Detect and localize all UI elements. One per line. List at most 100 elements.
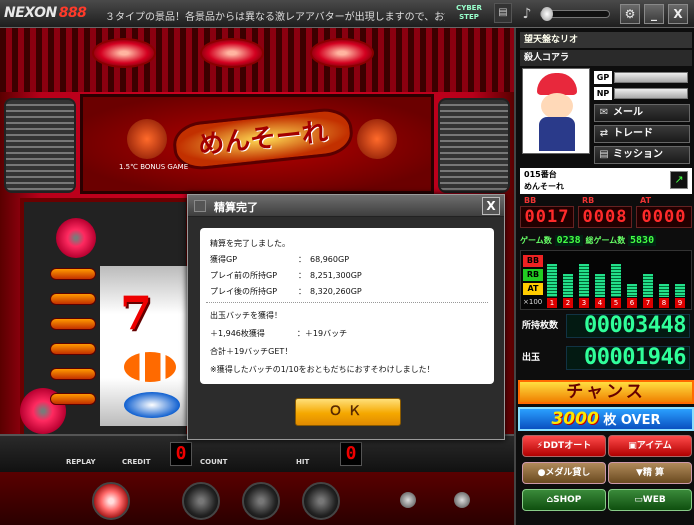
gp-bar [614, 72, 688, 83]
settle-button[interactable]: ▼精 算 [608, 462, 692, 484]
payline-lamp [50, 293, 96, 305]
shop-button[interactable]: ⌂SHOP [522, 489, 606, 511]
volume-knob[interactable] [541, 7, 553, 21]
avatar-hat [537, 73, 577, 95]
total-game-count: 5830 [628, 235, 657, 246]
credit-label: CREDIT [122, 458, 151, 466]
payout-label: 出玉 [522, 353, 541, 363]
ok-button[interactable]: ＯＫ [295, 398, 401, 426]
stop-button-center[interactable] [242, 482, 280, 520]
graph-number: 1 [547, 298, 557, 308]
result-label: プレイ前の所持GP [210, 271, 278, 280]
bonus-history-graph: BB RB AT ×100 123456789 [520, 250, 692, 310]
coin-return-button[interactable] [400, 492, 416, 508]
at-counter: 0000 [636, 206, 692, 228]
top-lamp [200, 38, 264, 68]
seven-icon: 7 [120, 286, 153, 340]
game-count: 0238 [554, 235, 583, 246]
result-label: プレイ後の所持GP [210, 287, 278, 296]
news-ticker: ３タイプの景品！各景品からは異なる激レアアバターが出現しますので、お好みの景品 [105, 12, 445, 22]
screenshot-icon[interactable]: ▤ [494, 3, 512, 23]
payout-counter: 00001946 [566, 346, 690, 370]
close-button[interactable]: X [668, 4, 688, 24]
graph-number: 6 [627, 298, 637, 308]
max-bet-button[interactable] [92, 482, 130, 520]
at-label: AT [640, 196, 652, 205]
machine-title: めんそーれ [170, 105, 356, 173]
over-amount: 3000 [551, 409, 599, 429]
graph-rb-tag: RB [523, 269, 543, 281]
slot-machine: めんそーれ 1.5℃ BONUS GAME 7 REPLAY CREDIT 0 … [0, 28, 514, 525]
dialog-body: 精算を完了しました。 獲得GP ： 68,960GP プレイ前の所持GP ： 8,2… [200, 228, 494, 384]
over-label: 枚 OVER [603, 413, 661, 428]
settlement-dialog: 精算完了 X 精算を完了しました。 獲得GP ： 68,960GP プレイ前の所持… [187, 194, 505, 440]
result-label: 獲得GP [210, 255, 238, 264]
web-button[interactable]: ▭WEB [608, 489, 692, 511]
medal-rent-button[interactable]: ●メダル貸し [522, 462, 606, 484]
dialog-close-button[interactable]: X [482, 197, 500, 215]
trade-label: トレード [613, 128, 653, 139]
trade-icon: ⇄ [599, 128, 609, 139]
np-label: NP [594, 87, 612, 100]
result-row: 獲得GP ： 68,960GP [210, 254, 349, 265]
hibiscus-icon [56, 218, 96, 258]
result-row: プレイ後の所持GP ： 8,320,260GP [210, 286, 362, 297]
graph-number: 4 [595, 298, 605, 308]
ddt-auto-label: DDTオート [543, 441, 592, 451]
fish-icon [124, 352, 176, 382]
badge-line: ＋1,946枚獲得 ：＋19バッチ [210, 329, 348, 338]
graph-number: 5 [611, 298, 621, 308]
stop-button-left[interactable] [182, 482, 220, 520]
speaker-icon[interactable]: ♪ [518, 5, 536, 23]
result-value: ： 68,960GP [298, 255, 350, 264]
settle-message: 精算を完了しました。 [210, 239, 290, 248]
gear-icon[interactable]: ⚙ [620, 4, 640, 24]
payline-lamp [50, 268, 96, 280]
payline-lamp [50, 318, 96, 330]
trade-button[interactable]: ⇄ トレード [594, 125, 690, 143]
stop-button-right[interactable] [302, 482, 340, 520]
monitor-icon: ▭ [634, 495, 643, 505]
ddt-auto-button[interactable]: ⚡DDTオート [522, 435, 606, 457]
graph-at-tag: AT [523, 283, 543, 295]
user-name: 殺人コアラ [520, 50, 692, 66]
payline-lamps [50, 268, 100, 418]
machine-base [0, 472, 514, 525]
volume-slider[interactable] [540, 7, 610, 21]
table-number: 015番台 [524, 170, 557, 179]
brand-logo: CYBER STEP [456, 4, 482, 21]
credit-display: 0 [170, 442, 192, 466]
item-button[interactable]: ▣アイテム [608, 435, 692, 457]
dialog-title: 精算完了 [214, 201, 258, 214]
minimize-button[interactable]: _ [644, 4, 664, 24]
shop-label: SHOP [553, 495, 582, 505]
payline-lamp [50, 368, 96, 380]
machine-top-lights [0, 28, 514, 92]
dolphin-icon [124, 392, 180, 418]
mail-button[interactable]: ✉ メール [594, 104, 690, 122]
nexon-logo: NEXON 888 [4, 5, 87, 21]
graph-icon[interactable]: ↗ [670, 171, 688, 189]
mission-button[interactable]: ▤ ミッション [594, 146, 690, 164]
mission-label: ミッション [613, 149, 663, 160]
result-value: ： 8,251,300GP [298, 271, 362, 280]
result-value: ： 8,320,260GP [298, 287, 362, 296]
game-count-label: ゲーム数 [520, 236, 552, 245]
avatar[interactable] [522, 68, 590, 154]
table-name: めんそーれ [524, 182, 564, 191]
item-label: アイテム [636, 441, 672, 451]
coin-insert-button[interactable] [454, 492, 470, 508]
graph-scale-label: ×100 [523, 298, 543, 306]
graph-bar [547, 264, 557, 297]
title-bar: NEXON 888 ３タイプの景品！各景品からは異なる激レアアバターが出現しますの… [0, 0, 694, 28]
dialog-header: 精算完了 X [188, 195, 504, 217]
graph-bb-tag: BB [523, 255, 543, 267]
settle-label: 精 算 [642, 468, 665, 478]
machine-subtitle: 1.5℃ BONUS GAME [119, 163, 189, 171]
graph-number: 9 [675, 298, 685, 308]
count-label: COUNT [200, 458, 228, 466]
chance-banner: チャンス [518, 380, 694, 404]
table-info: 015番台 めんそーれ ↗ [520, 168, 692, 194]
owned-medals-label: 所持枚数 [522, 321, 559, 331]
result-row: プレイ前の所持GP ： 8,251,300GP [210, 270, 362, 281]
